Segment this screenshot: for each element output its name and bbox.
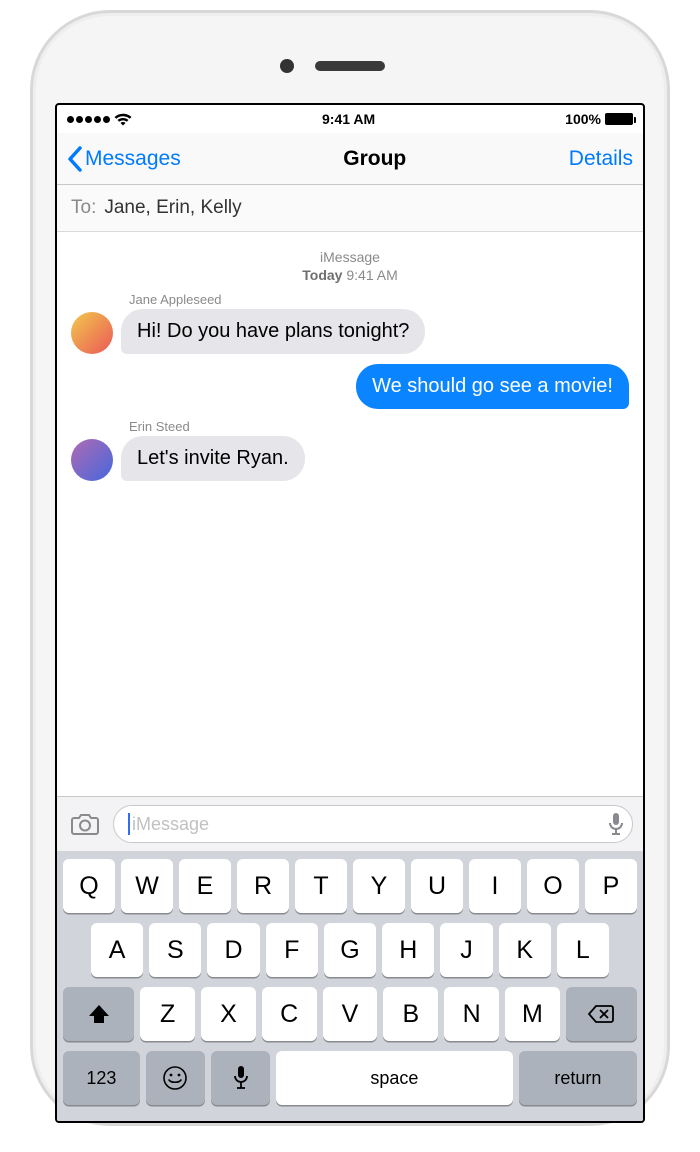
key-f[interactable]: F <box>266 923 318 977</box>
composer-bar: iMessage <box>57 796 643 851</box>
microphone-icon <box>233 1065 249 1091</box>
dictation-button[interactable] <box>608 812 624 836</box>
message-bubble[interactable]: Hi! Do you have plans tonight? <box>121 309 425 354</box>
keyboard: Q W E R T Y U I O P A S D F G H J K L <box>57 851 643 1121</box>
to-recipients: Jane, Erin, Kelly <box>104 197 241 219</box>
key-n[interactable]: N <box>444 987 499 1041</box>
nav-title: Group <box>343 147 406 171</box>
keyboard-row-2: A S D F G H J K L <box>63 923 637 977</box>
shift-icon <box>87 1003 111 1025</box>
key-dictation[interactable] <box>211 1051 270 1105</box>
avatar[interactable] <box>71 439 113 481</box>
microphone-icon <box>608 812 624 836</box>
key-h[interactable]: H <box>382 923 434 977</box>
phone-frame: 9:41 AM 100% Messages Group Details To: … <box>30 10 670 1126</box>
key-t[interactable]: T <box>295 859 347 913</box>
nav-bar: Messages Group Details <box>57 133 643 185</box>
backspace-icon <box>587 1004 615 1024</box>
message-placeholder: iMessage <box>132 814 209 835</box>
key-x[interactable]: X <box>201 987 256 1041</box>
conversation-thread[interactable]: iMessage Today 9:41 AM Jane Appleseed Hi… <box>57 232 643 796</box>
emoji-icon <box>162 1065 188 1091</box>
key-k[interactable]: K <box>499 923 551 977</box>
back-button[interactable]: Messages <box>67 146 181 172</box>
key-l[interactable]: L <box>557 923 609 977</box>
key-shift[interactable] <box>63 987 134 1041</box>
key-r[interactable]: R <box>237 859 289 913</box>
sender-name: Erin Steed <box>129 419 629 434</box>
key-o[interactable]: O <box>527 859 579 913</box>
key-j[interactable]: J <box>440 923 492 977</box>
message-incoming: Erin Steed Let's invite Ryan. <box>71 419 629 481</box>
key-w[interactable]: W <box>121 859 173 913</box>
key-emoji[interactable] <box>146 1051 205 1105</box>
key-u[interactable]: U <box>411 859 463 913</box>
key-m[interactable]: M <box>505 987 560 1041</box>
to-field[interactable]: To: Jane, Erin, Kelly <box>57 185 643 232</box>
battery-percentage: 100% <box>565 111 601 127</box>
keyboard-row-1: Q W E R T Y U I O P <box>63 859 637 913</box>
message-outgoing: We should go see a movie! <box>71 364 629 409</box>
to-label: To: <box>71 197 96 219</box>
key-a[interactable]: A <box>91 923 143 977</box>
screen: 9:41 AM 100% Messages Group Details To: … <box>55 103 645 1123</box>
wifi-icon <box>114 113 132 126</box>
key-numbers[interactable]: 123 <box>63 1051 140 1105</box>
timestamp-day: Today <box>302 267 342 283</box>
service-label: iMessage <box>71 248 629 266</box>
key-z[interactable]: Z <box>140 987 195 1041</box>
front-camera <box>280 59 294 73</box>
battery-icon <box>605 113 633 125</box>
key-b[interactable]: B <box>383 987 438 1041</box>
thread-header: iMessage Today 9:41 AM <box>71 248 629 284</box>
key-c[interactable]: C <box>262 987 317 1041</box>
keyboard-row-3: Z X C V B N M <box>63 987 637 1041</box>
sender-name: Jane Appleseed <box>129 292 629 307</box>
key-i[interactable]: I <box>469 859 521 913</box>
key-backspace[interactable] <box>566 987 637 1041</box>
message-incoming: Jane Appleseed Hi! Do you have plans ton… <box>71 292 629 354</box>
signal-strength-icon <box>67 116 110 123</box>
camera-icon <box>70 812 100 836</box>
timestamp-time: 9:41 AM <box>346 267 397 283</box>
keyboard-row-4: 123 space return <box>63 1051 637 1105</box>
camera-button[interactable] <box>67 806 103 842</box>
status-time: 9:41 AM <box>322 111 375 127</box>
key-s[interactable]: S <box>149 923 201 977</box>
key-q[interactable]: Q <box>63 859 115 913</box>
message-bubble[interactable]: We should go see a movie! <box>356 364 629 409</box>
earpiece <box>315 61 385 71</box>
key-space[interactable]: space <box>276 1051 513 1105</box>
avatar[interactable] <box>71 312 113 354</box>
key-p[interactable]: P <box>585 859 637 913</box>
chevron-left-icon <box>67 146 83 172</box>
key-g[interactable]: G <box>324 923 376 977</box>
details-button[interactable]: Details <box>569 147 633 171</box>
status-bar: 9:41 AM 100% <box>57 105 643 133</box>
back-label: Messages <box>85 147 181 171</box>
message-bubble[interactable]: Let's invite Ryan. <box>121 436 305 481</box>
key-v[interactable]: V <box>323 987 378 1041</box>
key-e[interactable]: E <box>179 859 231 913</box>
message-input[interactable]: iMessage <box>113 805 633 843</box>
key-y[interactable]: Y <box>353 859 405 913</box>
text-caret <box>128 813 130 835</box>
key-d[interactable]: D <box>207 923 259 977</box>
key-return[interactable]: return <box>519 1051 637 1105</box>
